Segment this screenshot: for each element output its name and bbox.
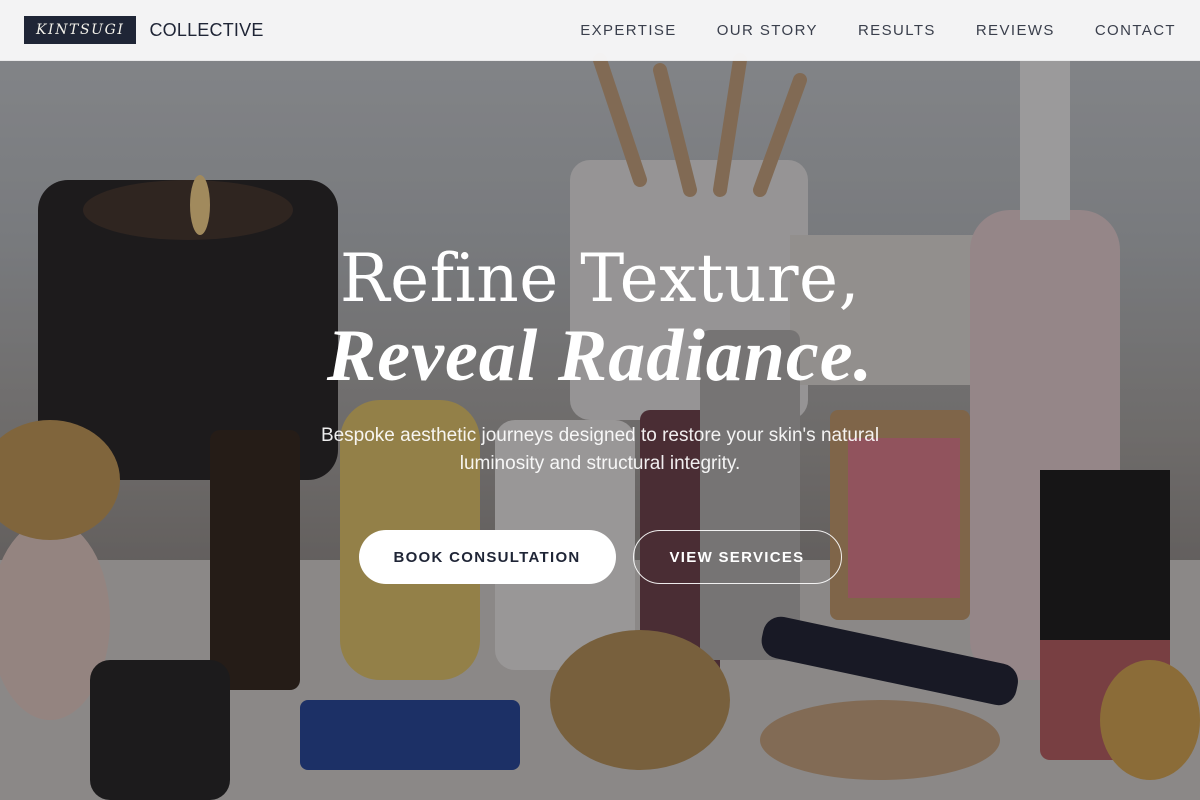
hero-headline-line2: Reveal Radiance. (326, 315, 874, 397)
nav-link-contact[interactable]: CONTACT (1095, 22, 1176, 39)
nav-link-our-story[interactable]: OUR STORY (717, 22, 818, 39)
hero-cta-group: BOOK CONSULTATION VIEW SERVICES (0, 530, 1200, 584)
hero-content: Refine Texture, Reveal Radiance. Bespoke… (0, 240, 1200, 584)
hero-headline-line1: Refine Texture, (339, 240, 861, 317)
view-services-button[interactable]: VIEW SERVICES (632, 530, 842, 584)
nav-links: EXPERTISE OUR STORY RESULTS REVIEWS CONT… (580, 22, 1176, 39)
brand-mark: KINTSUGI (24, 16, 137, 44)
top-navbar: KINTSUGI COLLECTIVE EXPERTISE OUR STORY … (0, 0, 1200, 61)
nav-link-results[interactable]: RESULTS (858, 22, 936, 39)
nav-link-reviews[interactable]: REVIEWS (976, 22, 1055, 39)
hero-headline: Refine Texture, Reveal Radiance. (0, 240, 1200, 394)
hero-subtext: Bespoke aesthetic journeys designed to r… (320, 425, 880, 474)
brand-wordmark: COLLECTIVE (149, 19, 264, 40)
nav-link-expertise[interactable]: EXPERTISE (580, 22, 677, 39)
brand-logo[interactable]: KINTSUGI COLLECTIVE (24, 16, 264, 44)
book-consultation-button[interactable]: BOOK CONSULTATION (358, 530, 616, 584)
